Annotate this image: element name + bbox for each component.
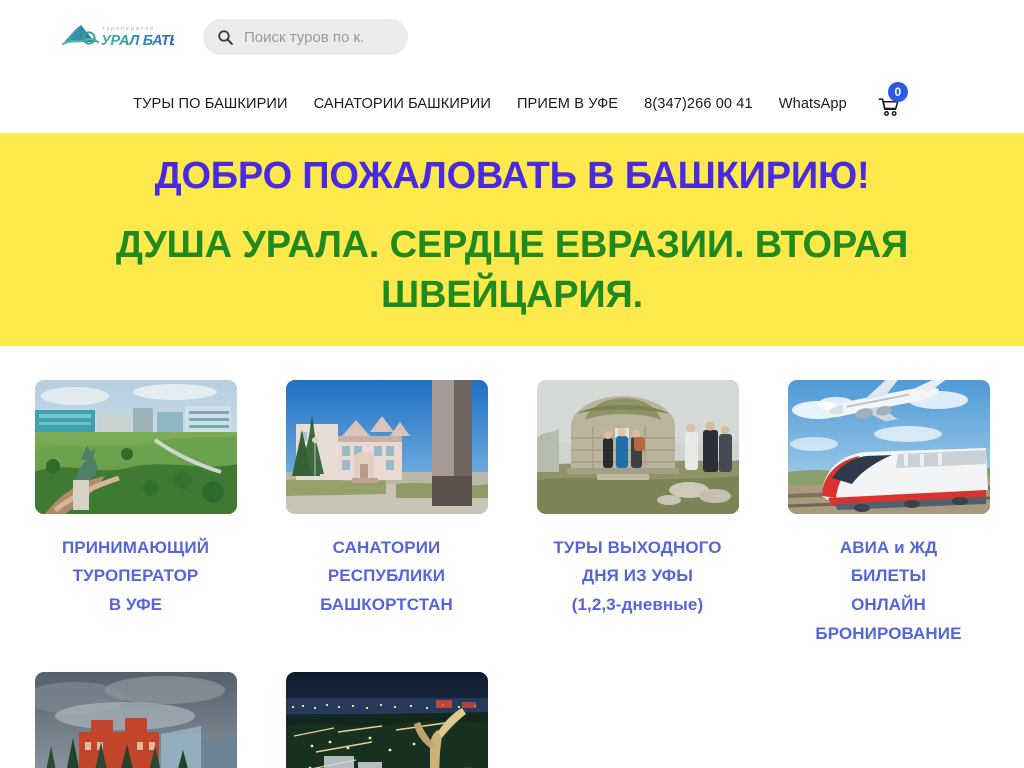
card-6-thumbnail[interactable] (285, 672, 488, 768)
card-2-label: САНАТОРИИ РЕСПУБЛИКИ БАШКОРТСТАН (320, 537, 453, 614)
sanatorium-image (285, 379, 488, 514)
welcome-banner: ДОБРО ПОЖАЛОВАТЬ В БАШКИРИЮ! ДУША УРАЛА.… (0, 133, 1024, 346)
card-row2-1[interactable] (22, 672, 249, 768)
ufa-panorama-image (34, 379, 237, 514)
banner-headline: ДОБРО ПОЖАЛОВАТЬ В БАШКИРИЮ! (154, 155, 870, 197)
nav-items-container: ТУРЫ ПО БАШКИРИИ САНАТОРИИ БАШКИРИИ ПРИЕ… (120, 82, 908, 117)
nav-item-tours[interactable]: ТУРЫ ПО БАШКИРИИ (120, 96, 300, 112)
card-tickets-booking[interactable]: АВИА и ЖД БИЛЕТЫ ОНЛАЙН БРОНИРОВАНИЕ (775, 379, 1002, 648)
logo-name-text: УРАЛ БАТЫР (101, 33, 174, 49)
search-input[interactable] (244, 28, 394, 46)
header-bar: туроператор УРАЛ БАТЫР (0, 0, 1024, 75)
card-5-thumbnail[interactable] (34, 672, 237, 768)
nav-item-phone[interactable]: 8(347)266 00 41 (631, 96, 766, 112)
card-2-thumbnail[interactable] (285, 379, 488, 514)
card-sanatoriums[interactable]: САНАТОРИИ РЕСПУБЛИКИ БАШКОРТСТАН (273, 379, 500, 648)
card-1-thumbnail[interactable] (34, 379, 237, 514)
search-icon (218, 29, 233, 45)
category-card-grid: ПРИНИМАЮЩИЙ ТУРОПЕРАТОР В УФЕ САНАТОРИИ … (0, 346, 1024, 768)
mausoleum-tour-image (536, 379, 739, 514)
card-weekend-tours[interactable]: ТУРЫ ВЫХОДНОГО ДНЯ ИЗ УФЫ (1,2,3-дневные) (524, 379, 751, 648)
plane-train-image (787, 379, 990, 514)
nav-item-reception-ufa[interactable]: ПРИЕМ В УФЕ (504, 96, 631, 112)
red-building-city-sign-image (34, 672, 237, 768)
main-navigation: ТУРЫ ПО БАШКИРИИ САНАТОРИИ БАШКИРИИ ПРИЕ… (0, 75, 1024, 133)
logo-tagline-text: туроператор (102, 26, 155, 32)
card-3-label: ТУРЫ ВЫХОДНОГО ДНЯ ИЗ УФЫ (1,2,3-дневные) (553, 537, 722, 614)
card-4-thumbnail[interactable] (787, 379, 990, 514)
nav-item-whatsapp[interactable]: WhatsApp (766, 96, 860, 112)
card-4-label: АВИА и ЖД БИЛЕТЫ ОНЛАЙН БРОНИРОВАНИЕ (815, 537, 962, 643)
brand-logo[interactable]: туроператор УРАЛ БАТЫР (62, 20, 174, 54)
card-3-thumbnail[interactable] (536, 379, 739, 514)
nav-item-sanatoriums[interactable]: САНАТОРИИ БАШКИРИИ (301, 96, 504, 112)
banner-subheadline: ДУША УРАЛА. СЕРДЦЕ ЕВРАЗИИ. ВТОРАЯ ШВЕЙЦ… (115, 223, 909, 316)
card-row2-2[interactable] (273, 672, 500, 768)
cart-button[interactable]: 0 (878, 82, 908, 117)
search-box[interactable] (203, 19, 408, 55)
card-receiving-tour-operator[interactable]: ПРИНИМАЮЩИЙ ТУРОПЕРАТОР В УФЕ (22, 379, 249, 648)
card-1-label: ПРИНИМАЮЩИЙ ТУРОПЕРАТОР В УФЕ (61, 537, 210, 614)
cart-count-badge: 0 (887, 82, 908, 102)
night-city-monument-image (285, 672, 488, 768)
